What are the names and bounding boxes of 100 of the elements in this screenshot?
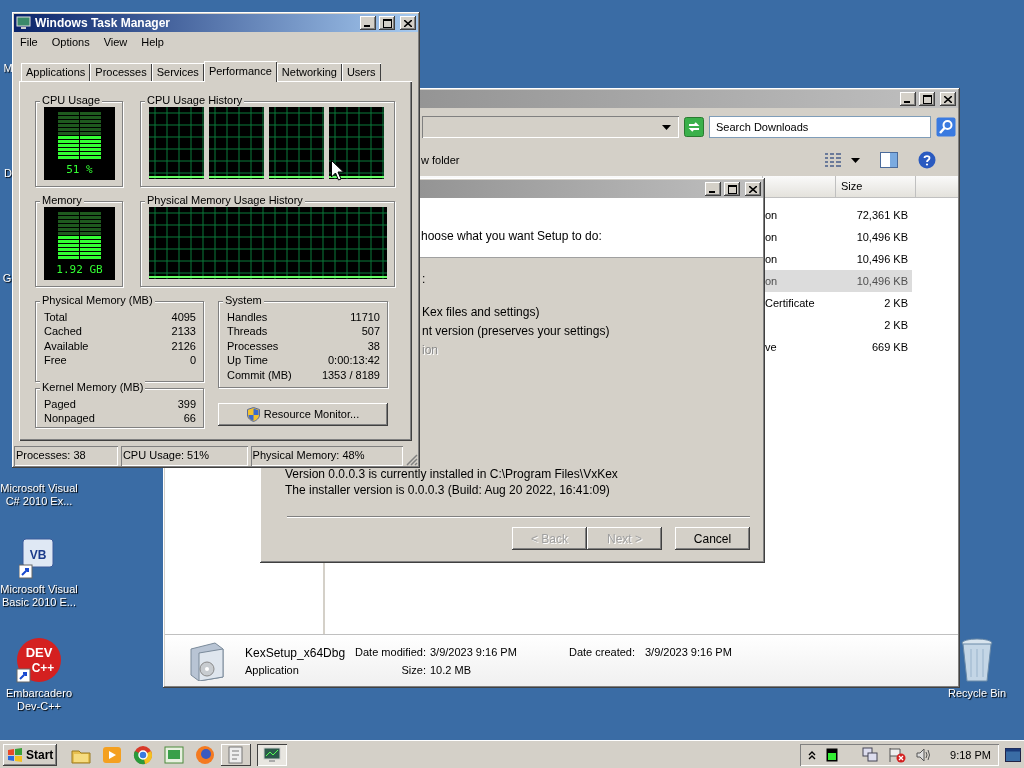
app-icon[interactable] (164, 744, 185, 765)
file-type: ve (764, 341, 778, 353)
stat-value: 2126 (171, 338, 196, 354)
detail-label: Date modified: (354, 645, 426, 660)
menu-item[interactable]: Options (51, 36, 90, 52)
menu-item[interactable]: View (103, 36, 128, 52)
caret-icon (662, 124, 671, 130)
show-desktop-icon[interactable] (1005, 747, 1021, 762)
address-bar[interactable] (422, 116, 679, 138)
minimize-button[interactable] (900, 92, 916, 106)
maximize-button[interactable] (379, 16, 395, 30)
stat-value: 38 (366, 338, 380, 354)
maximize-icon (922, 94, 932, 104)
detail-label: Size: (400, 663, 426, 676)
meter-icon[interactable] (826, 747, 839, 762)
maximize-button[interactable] (919, 92, 935, 106)
close-button[interactable] (940, 92, 956, 106)
network-icon[interactable] (862, 746, 879, 763)
task-button[interactable] (257, 743, 288, 766)
status-text: Processes: 38 (14, 446, 118, 466)
file-type: on (764, 209, 779, 221)
stat-value: 507 (360, 324, 380, 339)
refresh-button[interactable] (683, 116, 705, 138)
file-size: 10,496 KB (855, 231, 908, 243)
tab[interactable]: Applications (21, 62, 91, 81)
search-field[interactable]: Search Downloads (709, 116, 931, 138)
help-icon[interactable] (918, 151, 936, 169)
close-icon (749, 185, 757, 193)
stat-label: Threads (227, 324, 269, 339)
preview-pane-icon[interactable] (880, 152, 898, 168)
chevron-up-icon[interactable] (808, 749, 817, 760)
stat-value: 4095 (171, 309, 196, 325)
desktop-icon-label[interactable]: G (2, 272, 12, 285)
desktop-icon-label[interactable]: M (3, 62, 13, 75)
stat-label: Nonpaged (44, 411, 96, 426)
desktop-icon-label[interactable]: Recycle Bin (947, 687, 1007, 700)
column-header[interactable]: Size (836, 176, 916, 197)
close-button[interactable] (745, 182, 761, 196)
stat-label: Available (44, 338, 90, 354)
group-title: Memory (40, 193, 84, 206)
close-icon (944, 95, 952, 103)
tab[interactable]: Performance (203, 60, 277, 82)
resource-monitor-button[interactable]: Resource Monitor... (218, 402, 388, 426)
status-text: CPU Usage: 51% (120, 446, 248, 466)
tab[interactable]: Services (151, 62, 204, 81)
file-size: 2 KB (883, 297, 908, 309)
file-size: 669 KB (870, 341, 908, 353)
shield-icon (246, 406, 260, 422)
detail-value: 3/9/2023 9:16 PM (430, 645, 518, 660)
flag-icon[interactable] (888, 746, 907, 763)
caret-icon[interactable] (851, 157, 860, 163)
stat-label: Handles (227, 309, 269, 325)
status-text: Physical Memory: 48% (250, 446, 403, 466)
menu-item[interactable]: File (20, 36, 38, 52)
tab[interactable]: Processes (90, 62, 152, 81)
desktop-icon-label[interactable]: Microsoft Visual Basic 2010 E... (0, 583, 78, 609)
minimize-button[interactable] (705, 182, 721, 196)
tab[interactable]: Networking (276, 62, 342, 81)
stat-value: 2133 (171, 324, 196, 339)
meter-reading: 1.92 GB (56, 262, 103, 276)
stat-label: Total (44, 309, 69, 325)
file-name: KexSetup_x64Dbg (245, 645, 347, 660)
stat-value: 66 (182, 411, 196, 426)
option-label[interactable]: nt version (preserves your settings) (422, 324, 610, 343)
stat-value: 1353 / 8189 (321, 368, 380, 383)
minimize-button[interactable] (360, 16, 376, 30)
speaker-icon[interactable] (916, 747, 933, 762)
start-button[interactable]: Start (3, 743, 58, 766)
clock[interactable]: 9:18 PM (950, 748, 991, 761)
menu-item[interactable]: Help (141, 36, 164, 52)
detail-value: 10.2 MB (430, 663, 472, 676)
close-button[interactable] (400, 16, 416, 30)
file-type: on (764, 253, 779, 265)
desktop-icon-label[interactable]: D (4, 167, 12, 180)
stat-label: Free (44, 353, 68, 369)
browser-icon[interactable] (133, 744, 154, 765)
desktop-icon-label[interactable]: Embarcadero Dev-C++ (0, 687, 78, 713)
detail-value: 3/9/2023 9:16 PM (645, 645, 732, 660)
recycle-bin-icon (960, 637, 994, 683)
file-size: 72,361 KB (855, 209, 908, 221)
maximize-icon (382, 18, 392, 28)
meter-reading: 51 % (66, 162, 93, 176)
maximize-button[interactable] (724, 182, 740, 196)
section-label: : (422, 272, 426, 288)
file-size: 10,496 KB (855, 275, 908, 287)
option-label[interactable]: Kex files and settings) (422, 305, 540, 324)
desktop-icon-label[interactable]: Microsoft Visual C# 2010 Ex... (0, 482, 78, 508)
file-type: Certificate (764, 297, 816, 309)
windows-logo-icon (7, 747, 23, 762)
task-button[interactable] (221, 743, 252, 766)
tab[interactable]: Users (341, 62, 381, 81)
search-button[interactable] (935, 116, 957, 138)
view-list-icon[interactable] (825, 153, 841, 167)
stat-value: 0:00:13:42 (327, 353, 380, 369)
file-type: on (764, 275, 779, 287)
mouse-cursor-icon (331, 160, 344, 181)
toolbar-text[interactable]: w folder (421, 154, 460, 166)
dialog-button[interactable]: Cancel (675, 527, 750, 550)
group-title: CPU Usage History (145, 93, 245, 106)
browser-icon[interactable] (195, 744, 216, 765)
